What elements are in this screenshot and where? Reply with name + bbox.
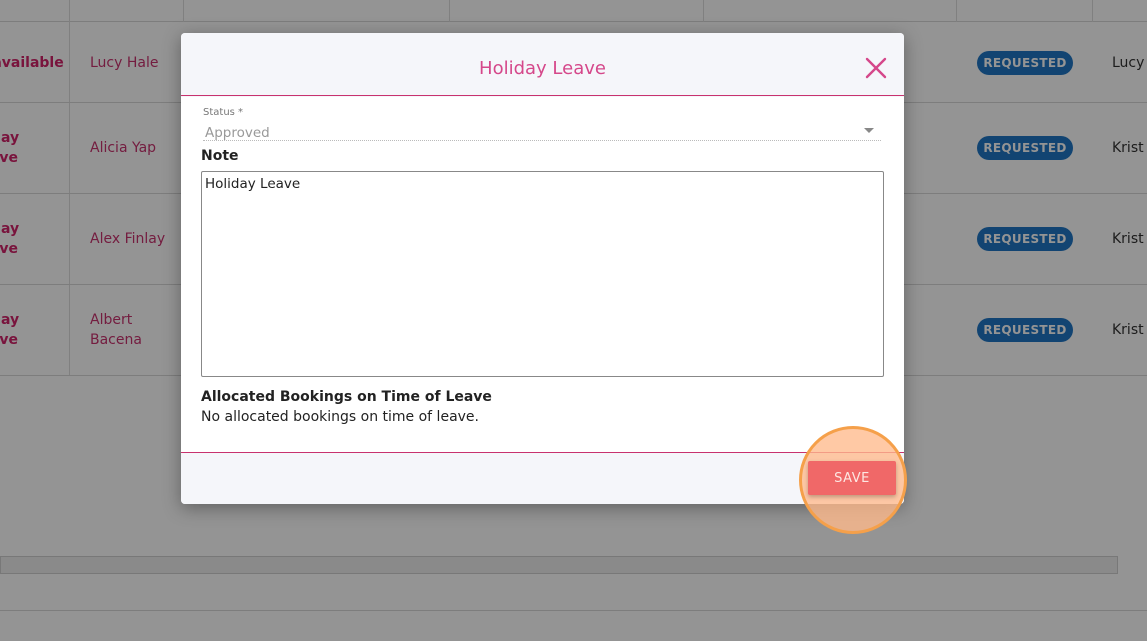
status-selected-value: Approved (205, 125, 270, 141)
dialog-title: Holiday Leave (479, 58, 606, 79)
status-select[interactable] (203, 105, 881, 141)
save-button[interactable]: SAVE (808, 461, 896, 495)
status-label: Status * (203, 107, 244, 118)
note-label: Note (201, 148, 239, 164)
chevron-down-icon (864, 128, 874, 133)
holiday-leave-dialog: Holiday Leave Status * Approved Note Hol… (181, 33, 904, 504)
dialog-header: Holiday Leave (181, 33, 904, 96)
note-textarea[interactable]: Holiday Leave (201, 171, 884, 377)
dialog-body: Status * Approved Note Holiday Leave All… (181, 97, 904, 452)
close-button[interactable] (863, 55, 889, 81)
close-icon (865, 57, 887, 79)
allocated-bookings-text: No allocated bookings on time of leave. (201, 409, 479, 425)
dialog-footer (181, 452, 904, 504)
allocated-bookings-heading: Allocated Bookings on Time of Leave (201, 389, 492, 405)
